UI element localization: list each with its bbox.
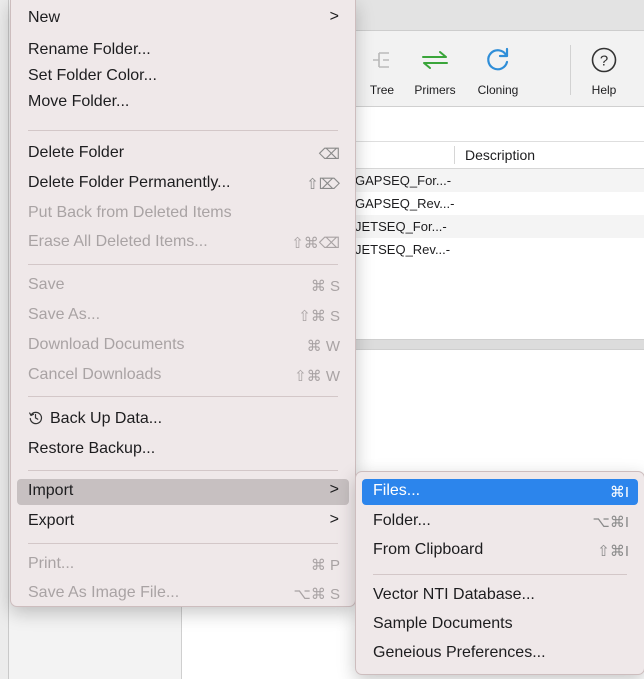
menu-item-new[interactable]: New >: [17, 6, 349, 32]
menu-item-label: Delete Folder Permanently...: [28, 174, 231, 191]
menu-separator: [28, 396, 338, 397]
menu-item-shortcut: ⌘ W: [306, 338, 340, 355]
backup-clock-icon: [28, 410, 50, 428]
menu-item-label: Print...: [28, 555, 75, 572]
menu-item-label: Back Up Data...: [50, 410, 163, 427]
menu-item-label: Save As Image File...: [28, 584, 180, 601]
chevron-right-icon: >: [329, 8, 339, 25]
menu-item-put-back: Put Back from Deleted Items: [17, 201, 349, 227]
menu-item-delete-folder[interactable]: Delete Folder ⌫: [17, 141, 349, 167]
menu-item-shortcut: ⇧⌘ S: [298, 308, 340, 325]
menu-item-label: Put Back from Deleted Items: [28, 204, 232, 221]
cloning-icon: [464, 45, 532, 75]
menu-item-label: Cancel Downloads: [28, 366, 162, 383]
menu-item-print: Print... ⌘ P: [17, 552, 349, 578]
menu-item-shortcut: ⌘ P: [310, 557, 340, 574]
toolbar-separator: [570, 45, 571, 95]
tree-label: Tree: [369, 83, 395, 97]
menu-item-save-as-image: Save As Image File... ⌥⌘ S: [17, 581, 349, 607]
submenu-item-files[interactable]: Files... ⌘I: [362, 479, 638, 505]
menu-item-label: Save: [28, 276, 65, 293]
primers-label: Primers: [414, 83, 456, 97]
menu-item-back-up-data[interactable]: Back Up Data...: [17, 407, 349, 433]
menu-item-shortcut: ⇧⌦: [306, 176, 340, 193]
menu-item-label: Import: [28, 482, 74, 499]
menu-separator: [28, 543, 338, 544]
primers-button[interactable]: Primers: [406, 31, 464, 106]
menu-item-shortcut: ⌥⌘I: [592, 514, 629, 531]
tree-icon: [362, 45, 402, 75]
row-description: -: [450, 196, 455, 211]
row-name: GAPSEQ_Rev...: [355, 196, 451, 211]
submenu-item-geneious-preferences[interactable]: Geneious Preferences...: [362, 641, 638, 667]
menu-item-rename-folder[interactable]: Rename Folder...: [17, 38, 349, 64]
menu-item-delete-folder-permanently[interactable]: Delete Folder Permanently... ⇧⌦: [17, 171, 349, 197]
menu-item-label: Save As...: [28, 306, 101, 323]
chevron-right-icon: >: [329, 481, 339, 498]
menu-item-label: Geneious Preferences...: [373, 644, 546, 661]
menu-item-shortcut: ⇧⌘I: [597, 543, 629, 560]
menu-separator: [373, 574, 627, 575]
help-label: Help: [591, 83, 617, 97]
menu-item-label: Export: [28, 512, 75, 529]
menu-item-import[interactable]: Import >: [17, 479, 349, 505]
menu-item-label: Download Documents: [28, 336, 185, 353]
submenu-item-sample-documents[interactable]: Sample Documents: [362, 612, 638, 638]
menu-item-label-wrap: Back Up Data...: [28, 410, 162, 428]
menu-item-shortcut: ⌘I: [609, 484, 629, 501]
menu-item-save-as: Save As... ⇧⌘ S: [17, 303, 349, 329]
help-icon: ?: [582, 45, 626, 75]
menu-item-label: Files...: [373, 482, 421, 499]
menu-item-shortcut: ⌥⌘ S: [293, 586, 340, 603]
row-description: -: [445, 242, 451, 257]
menu-item-label: New: [28, 9, 61, 26]
menu-item-move-folder[interactable]: Move Folder...: [17, 90, 349, 116]
menu-item-label: Erase All Deleted Items...: [28, 233, 208, 250]
primers-icon: [406, 45, 464, 75]
menu-item-shortcut: ⇧⌘ W: [294, 368, 340, 385]
row-name: GAPSEQ_For...: [355, 173, 447, 188]
menu-item-export[interactable]: Export >: [17, 509, 349, 535]
submenu-item-vector-nti[interactable]: Vector NTI Database...: [362, 583, 638, 609]
menu-separator: [28, 264, 338, 265]
tree-button[interactable]: Tree: [362, 31, 402, 106]
menu-item-label: Set Folder Color...: [28, 67, 157, 84]
menu-item-label: Move Folder...: [28, 93, 130, 110]
row-description: -: [446, 173, 452, 188]
menu-item-set-folder-color[interactable]: Set Folder Color...: [17, 64, 349, 90]
row-description: -: [442, 219, 447, 234]
menu-item-shortcut: ⇧⌘⌫: [291, 235, 340, 252]
submenu-item-folder[interactable]: Folder... ⌥⌘I: [362, 509, 638, 535]
menu-item-shortcut: ⌫: [318, 146, 340, 163]
column-header-description[interactable]: Description: [465, 147, 535, 163]
cloning-button[interactable]: Cloning: [464, 31, 532, 106]
menu-item-restore-backup[interactable]: Restore Backup...: [17, 437, 349, 463]
menu-item-download-documents: Download Documents ⌘ W: [17, 333, 349, 359]
menu-item-label: Delete Folder: [28, 144, 125, 161]
menu-item-erase-deleted: Erase All Deleted Items... ⇧⌘⌫: [17, 230, 349, 256]
help-button[interactable]: ? Help: [582, 31, 626, 106]
menu-item-label: From Clipboard: [373, 541, 484, 558]
menu-item-label: Restore Backup...: [28, 440, 156, 457]
menu-item-save: Save ⌘ S: [17, 273, 349, 299]
row-name: JETSEQ_For...: [355, 219, 443, 234]
menu-item-label: Sample Documents: [373, 615, 513, 632]
file-menu: New > Rename Folder... Set Folder Color.…: [10, 0, 356, 607]
cloning-label: Cloning: [477, 83, 519, 97]
menu-item-cancel-downloads: Cancel Downloads ⇧⌘ W: [17, 363, 349, 389]
menu-separator: [28, 130, 338, 131]
menu-item-shortcut: ⌘ S: [310, 278, 340, 295]
import-submenu: Files... ⌘I Folder... ⌥⌘I From Clipboard…: [355, 471, 644, 675]
submenu-item-from-clipboard[interactable]: From Clipboard ⇧⌘I: [362, 538, 638, 564]
menu-item-label: Vector NTI Database...: [373, 586, 535, 603]
chevron-right-icon: >: [329, 511, 339, 528]
menu-item-label: Folder...: [373, 512, 431, 529]
svg-text:?: ?: [600, 53, 608, 70]
column-separator: [454, 146, 455, 164]
menu-item-label: Rename Folder...: [28, 41, 151, 58]
menu-separator: [28, 470, 338, 471]
row-name: JETSEQ_Rev...: [355, 242, 446, 257]
